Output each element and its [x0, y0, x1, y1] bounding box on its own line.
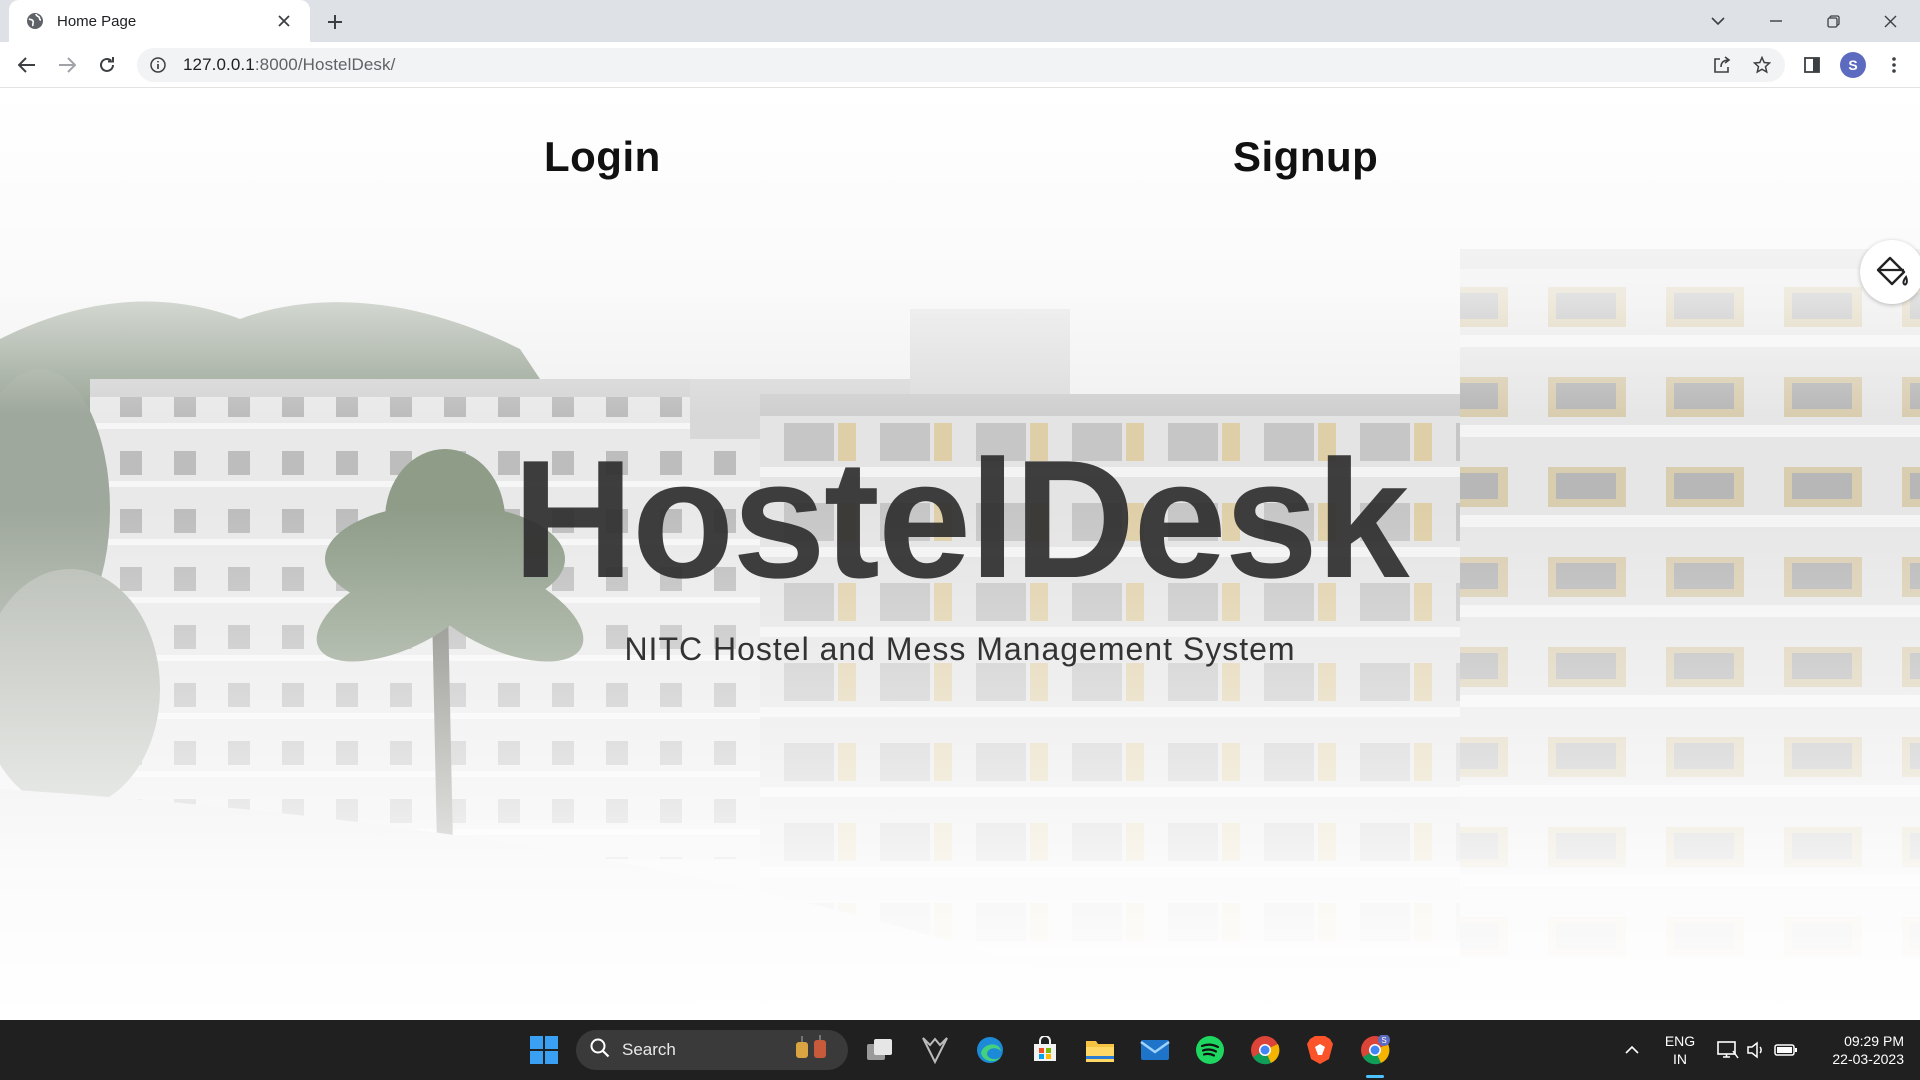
- acer-app-icon[interactable]: [917, 1032, 953, 1068]
- clock-time: 09:29 PM: [1844, 1033, 1904, 1049]
- search-label: Search: [622, 1040, 676, 1059]
- browser-toolbar: 127.0.0.1:8000/HostelDesk/: [0, 42, 1920, 88]
- hero-brand-title: HostelDesk: [512, 425, 1409, 613]
- profile-avatar[interactable]: S: [1840, 52, 1866, 78]
- theme-paint-button[interactable]: [1860, 240, 1920, 304]
- login-link[interactable]: Login: [544, 133, 661, 181]
- language-code: ENG: [1664, 1033, 1696, 1049]
- browser-tabstrip: Home Page: [0, 0, 1920, 42]
- file-explorer-icon[interactable]: [1082, 1032, 1118, 1068]
- address-bar[interactable]: 127.0.0.1:8000/HostelDesk/: [137, 48, 1785, 82]
- system-clock[interactable]: 09:29 PM 22-03-2023: [1808, 1032, 1904, 1068]
- search-icon: [590, 1038, 610, 1063]
- url-path: :8000/HostelDesk/: [254, 55, 396, 74]
- page-content: Login Signup HostelDesk NITC Hostel and …: [0, 89, 1920, 1020]
- edge-icon[interactable]: [972, 1032, 1008, 1068]
- signup-link[interactable]: Signup: [1233, 133, 1378, 181]
- side-panel-icon[interactable]: [1796, 49, 1828, 81]
- url-text: 127.0.0.1:8000/HostelDesk/: [183, 55, 395, 75]
- store-icon[interactable]: [1027, 1032, 1063, 1068]
- language-indicator[interactable]: ENG IN: [1660, 1032, 1700, 1068]
- clock-date: 22-03-2023: [1832, 1051, 1904, 1067]
- browser-menu-icon[interactable]: [1878, 49, 1910, 81]
- browser-tab-home[interactable]: Home Page: [9, 0, 310, 42]
- globe-icon: [25, 11, 45, 31]
- chrome-profile-icon[interactable]: S: [1357, 1032, 1393, 1068]
- chrome-icon[interactable]: [1247, 1032, 1283, 1068]
- tab-title: Home Page: [57, 12, 137, 30]
- close-tab-icon[interactable]: [272, 9, 296, 33]
- url-host: 127.0.0.1: [183, 55, 255, 74]
- search-highlight-lanterns-icon: [790, 1034, 834, 1067]
- language-region: IN: [1673, 1051, 1687, 1067]
- task-view-icon[interactable]: [862, 1032, 898, 1068]
- site-info-icon[interactable]: [149, 56, 167, 74]
- windows-start-icon[interactable]: [526, 1032, 562, 1068]
- tab-search-chevron-icon[interactable]: [1690, 0, 1746, 42]
- share-icon[interactable]: [1706, 49, 1738, 81]
- close-window-icon[interactable]: [1862, 0, 1918, 42]
- minimize-icon[interactable]: [1748, 0, 1804, 42]
- brave-icon[interactable]: [1302, 1032, 1338, 1068]
- paint-bucket-icon: [1870, 250, 1910, 295]
- chrome-profile-badge: S: [1381, 1036, 1386, 1045]
- forward-icon[interactable]: [51, 49, 83, 81]
- taskbar-search-box[interactable]: Search: [576, 1030, 848, 1070]
- show-hidden-icons-chevron-icon[interactable]: [1614, 1032, 1650, 1068]
- active-app-indicator: [1366, 1075, 1384, 1078]
- windows-taskbar: Search S ENG IN 09:29 PM 22-03-2023: [0, 1020, 1920, 1080]
- back-icon[interactable]: [11, 49, 43, 81]
- hero-tagline: NITC Hostel and Mess Management System: [624, 631, 1296, 667]
- bookmark-star-icon[interactable]: [1746, 49, 1778, 81]
- reload-icon[interactable]: [91, 49, 123, 81]
- battery-icon[interactable]: [1768, 1032, 1804, 1068]
- spotify-icon[interactable]: [1192, 1032, 1228, 1068]
- new-tab-button[interactable]: [320, 7, 350, 37]
- restore-icon[interactable]: [1805, 0, 1861, 42]
- mail-icon[interactable]: [1137, 1032, 1173, 1068]
